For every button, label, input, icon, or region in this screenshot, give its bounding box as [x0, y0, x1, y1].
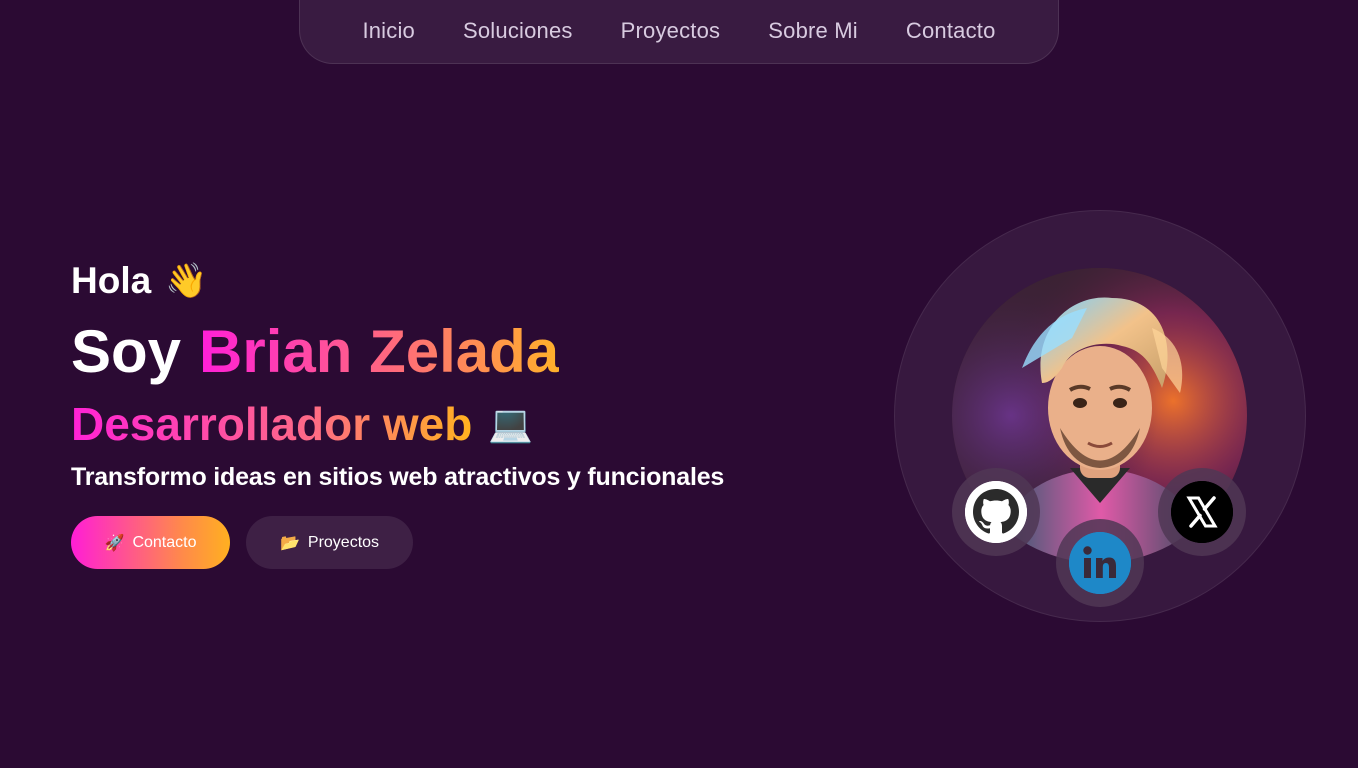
x-link[interactable] [1158, 468, 1246, 556]
nav-link-contacto[interactable]: Contacto [882, 18, 1020, 44]
hero-tagline: Transformo ideas en sitios web atractivo… [71, 463, 725, 491]
laptop-icon: 💻 [488, 403, 534, 444]
greeting-text: Hola [71, 260, 152, 301]
waving-hand-icon: 👋 [165, 262, 208, 300]
nav-link-soluciones[interactable]: Soluciones [439, 18, 597, 44]
nav-link-inicio[interactable]: Inicio [338, 18, 439, 44]
projects-button[interactable]: 📂 Proyectos [246, 516, 413, 569]
page: Inicio Soluciones Proyectos Sobre Mi Con… [0, 0, 1358, 768]
github-link[interactable] [952, 468, 1040, 556]
role-text: Desarrollador web [71, 398, 473, 450]
linkedin-icon [1069, 532, 1131, 594]
linkedin-link[interactable] [1056, 519, 1144, 607]
greeting: Hola 👋 [71, 255, 724, 307]
hero-role: Desarrollador web 💻 [71, 393, 724, 455]
contact-button-label: Contacto [132, 533, 197, 551]
x-icon [1171, 481, 1233, 543]
hero-name: Brian Zelada [199, 317, 560, 385]
intro-prefix: Soy [71, 317, 182, 385]
hero-section: Hola 👋 Soy Brian Zelada Desarrollador we… [71, 255, 724, 569]
hero-buttons: 🚀 Contacto 📂 Proyectos [71, 516, 724, 569]
nav-link-proyectos[interactable]: Proyectos [597, 18, 745, 44]
hero-title: Soy Brian Zelada [71, 313, 724, 389]
rocket-icon: 🚀 [104, 534, 125, 552]
nav-link-sobre-mi[interactable]: Sobre Mi [744, 18, 882, 44]
x-icon-graphic [1171, 481, 1233, 543]
github-icon-graphic [965, 481, 1027, 543]
linkedin-icon-graphic [1069, 532, 1131, 594]
projects-button-label: Proyectos [307, 533, 380, 551]
folder-icon: 📂 [279, 534, 300, 552]
contact-button[interactable]: 🚀 Contacto [71, 516, 230, 569]
top-nav: Inicio Soluciones Proyectos Sobre Mi Con… [299, 0, 1059, 64]
github-icon [965, 481, 1027, 543]
